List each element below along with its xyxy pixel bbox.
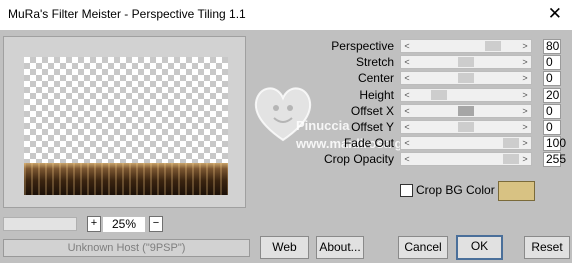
arrow-right-icon[interactable]: >: [519, 89, 531, 101]
center-slider[interactable]: < >: [400, 71, 532, 85]
stretch-slider-thumb[interactable]: [458, 57, 474, 67]
perspective-slider[interactable]: < >: [400, 39, 532, 53]
crop-bg-option[interactable]: Crop BG Color: [400, 182, 495, 198]
tiled-floor: [24, 163, 228, 195]
arrow-right-icon[interactable]: >: [519, 72, 531, 84]
zoom-track: [3, 217, 77, 231]
arrow-left-icon[interactable]: <: [401, 137, 413, 149]
arrow-right-icon[interactable]: >: [519, 137, 531, 149]
center-label: Center: [357, 71, 394, 85]
arrow-right-icon[interactable]: >: [519, 105, 531, 117]
crop-opacity-slider[interactable]: < >: [400, 152, 532, 166]
crop-opacity-slider-thumb[interactable]: [503, 154, 519, 164]
height-slider[interactable]: < >: [400, 88, 532, 102]
zoom-controls: + 25% −: [3, 216, 163, 232]
zoom-in-button[interactable]: +: [87, 216, 101, 232]
cancel-button[interactable]: Cancel: [398, 236, 448, 259]
crop-bg-color-swatch[interactable]: [498, 181, 535, 201]
height-slider-thumb[interactable]: [431, 90, 447, 100]
perspective-label: Perspective: [331, 39, 394, 53]
crop-opacity-value[interactable]: 255: [543, 152, 566, 167]
offset-x-value[interactable]: 0: [543, 104, 561, 119]
fade-out-slider-thumb[interactable]: [503, 138, 519, 148]
arrow-left-icon[interactable]: <: [401, 89, 413, 101]
crop-bg-label: Crop BG Color: [416, 183, 495, 197]
ok-button[interactable]: OK: [456, 235, 503, 260]
perspective-slider-thumb[interactable]: [485, 41, 501, 51]
height-value[interactable]: 20: [543, 88, 561, 103]
offset-y-slider-thumb[interactable]: [458, 122, 474, 132]
stretch-slider[interactable]: < >: [400, 55, 532, 69]
offset-y-value[interactable]: 0: [543, 120, 561, 135]
offset-y-slider[interactable]: < >: [400, 120, 532, 134]
fade-out-value[interactable]: 100: [543, 136, 566, 151]
offset-y-label: Offset Y: [351, 120, 394, 134]
arrow-right-icon[interactable]: >: [519, 56, 531, 68]
arrow-right-icon[interactable]: >: [519, 153, 531, 165]
arrow-right-icon[interactable]: >: [519, 121, 531, 133]
arrow-left-icon[interactable]: <: [401, 105, 413, 117]
arrow-left-icon[interactable]: <: [401, 56, 413, 68]
crop-opacity-label: Crop Opacity: [323, 152, 394, 166]
fade-out-label: Fade Out: [343, 136, 394, 150]
close-icon[interactable]: ✕: [548, 4, 562, 24]
offset-x-slider-thumb[interactable]: [458, 106, 474, 116]
arrow-left-icon[interactable]: <: [401, 153, 413, 165]
perspective-value[interactable]: 80: [543, 39, 561, 54]
about-button[interactable]: About...: [316, 236, 364, 259]
window-title: MuRa's Filter Meister - Perspective Tili…: [8, 7, 246, 21]
height-label: Height: [359, 88, 394, 102]
zoom-out-button[interactable]: −: [149, 216, 163, 232]
zoom-level: 25%: [103, 217, 145, 232]
arrow-left-icon[interactable]: <: [401, 72, 413, 84]
offset-x-label: Offset X: [350, 104, 394, 118]
arrow-left-icon[interactable]: <: [401, 40, 413, 52]
preview-panel: [3, 36, 246, 208]
offset-x-slider[interactable]: < >: [400, 104, 532, 118]
fade-out-slider[interactable]: < >: [400, 136, 532, 150]
arrow-left-icon[interactable]: <: [401, 121, 413, 133]
reset-button[interactable]: Reset: [524, 236, 570, 259]
title-bar[interactable]: MuRa's Filter Meister - Perspective Tili…: [0, 0, 572, 30]
center-slider-thumb[interactable]: [458, 73, 474, 83]
floor-texture: [24, 163, 228, 195]
arrow-right-icon[interactable]: >: [519, 40, 531, 52]
preview-image[interactable]: [24, 57, 228, 195]
stretch-label: Stretch: [355, 55, 394, 69]
host-status: Unknown Host ("9PSP"): [3, 239, 250, 257]
center-value[interactable]: 0: [543, 71, 561, 86]
crop-bg-checkbox[interactable]: [400, 184, 413, 197]
web-button[interactable]: Web: [260, 236, 309, 259]
stretch-value[interactable]: 0: [543, 55, 561, 70]
